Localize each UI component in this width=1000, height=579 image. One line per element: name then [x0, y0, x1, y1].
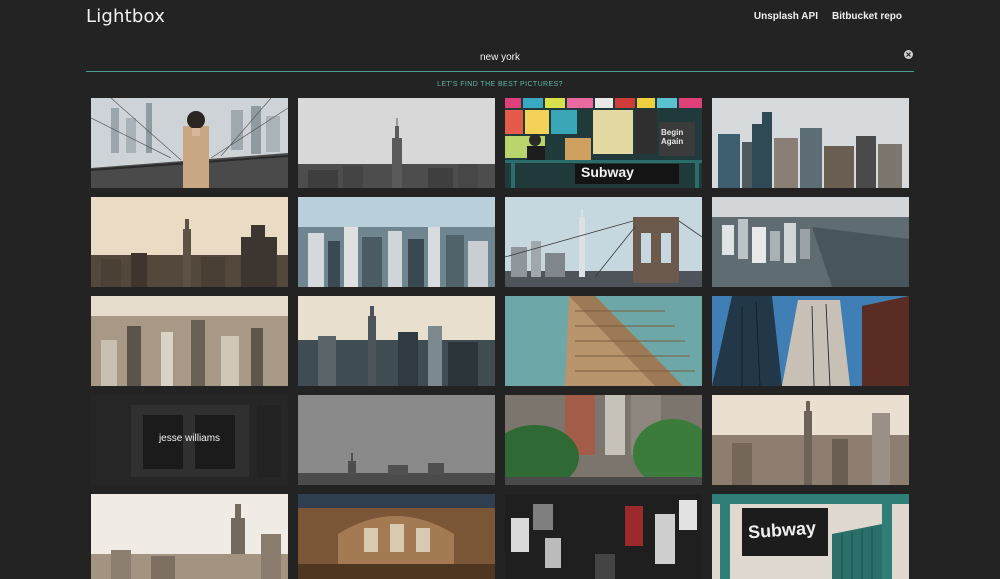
unsplash-api-link[interactable]: Unsplash API — [754, 11, 818, 22]
lightbox-app: Lightbox Unsplash API Bitbucket repo LET… — [0, 0, 1000, 579]
hazy-skyline-photo-art — [712, 395, 909, 485]
skyline-empire-photo-art — [298, 296, 495, 386]
photo-tile[interactable] — [91, 98, 288, 188]
photo-tile[interactable]: jesse williams — [91, 395, 288, 485]
clear-search-icon[interactable] — [904, 50, 913, 59]
brand-logo[interactable]: Lightbox — [86, 6, 165, 27]
photo-tile[interactable] — [298, 395, 495, 485]
photo-tile[interactable] — [505, 296, 702, 386]
grey-skyline-photo-art — [298, 395, 495, 485]
photo-tile[interactable]: Subway — [712, 494, 909, 579]
photo-tile[interactable] — [298, 197, 495, 287]
times-square-photo-art — [505, 494, 702, 579]
photo-tile[interactable] — [712, 395, 909, 485]
midtown-photo-art — [712, 98, 909, 188]
photo-tile[interactable] — [91, 494, 288, 579]
search-bar — [86, 44, 914, 72]
photo-tile[interactable] — [712, 296, 909, 386]
bitbucket-repo-link[interactable]: Bitbucket repo — [832, 11, 902, 22]
photo-tile[interactable] — [298, 494, 495, 579]
photo-tile[interactable] — [505, 494, 702, 579]
empire-west-photo-art — [91, 494, 288, 579]
poster-text: Begin Again — [661, 128, 684, 146]
top-nav: Unsplash API Bitbucket repo — [754, 11, 902, 22]
photo-tile[interactable] — [712, 98, 909, 188]
photo-tile[interactable]: Subway Begin Again — [505, 98, 702, 188]
photo-tile[interactable] — [91, 296, 288, 386]
foggy-skyline-photo-art — [298, 98, 495, 188]
photo-tile[interactable] — [298, 296, 495, 386]
subway-sign-text: Subway — [581, 164, 634, 180]
sunset-empire-photo-art — [91, 197, 288, 287]
photo-caption: jesse williams — [158, 433, 221, 444]
photo-tile[interactable] — [298, 98, 495, 188]
street-trees-photo-art — [505, 395, 702, 485]
search-input[interactable] — [86, 44, 914, 70]
photo-tile[interactable] — [505, 395, 702, 485]
brooklyn-bridge-photo-art — [505, 197, 702, 287]
towers-up-photo-art — [712, 296, 909, 386]
photo-tile[interactable] — [91, 197, 288, 287]
photo-tile[interactable] — [712, 197, 909, 287]
rooftops-photo-art — [91, 296, 288, 386]
flatiron-photo-art — [505, 296, 702, 386]
grand-central-photo-art — [298, 494, 495, 579]
aerial-manhattan-photo-art — [298, 197, 495, 287]
bridge-photo-art — [91, 98, 288, 188]
photo-grid: Subway Begin Again jesse williams Subway — [91, 98, 909, 579]
photo-tile[interactable] — [505, 197, 702, 287]
lower-manhattan-photo-art — [712, 197, 909, 287]
search-tagline: LET'S FIND THE BEST PICTURES? — [437, 81, 563, 88]
